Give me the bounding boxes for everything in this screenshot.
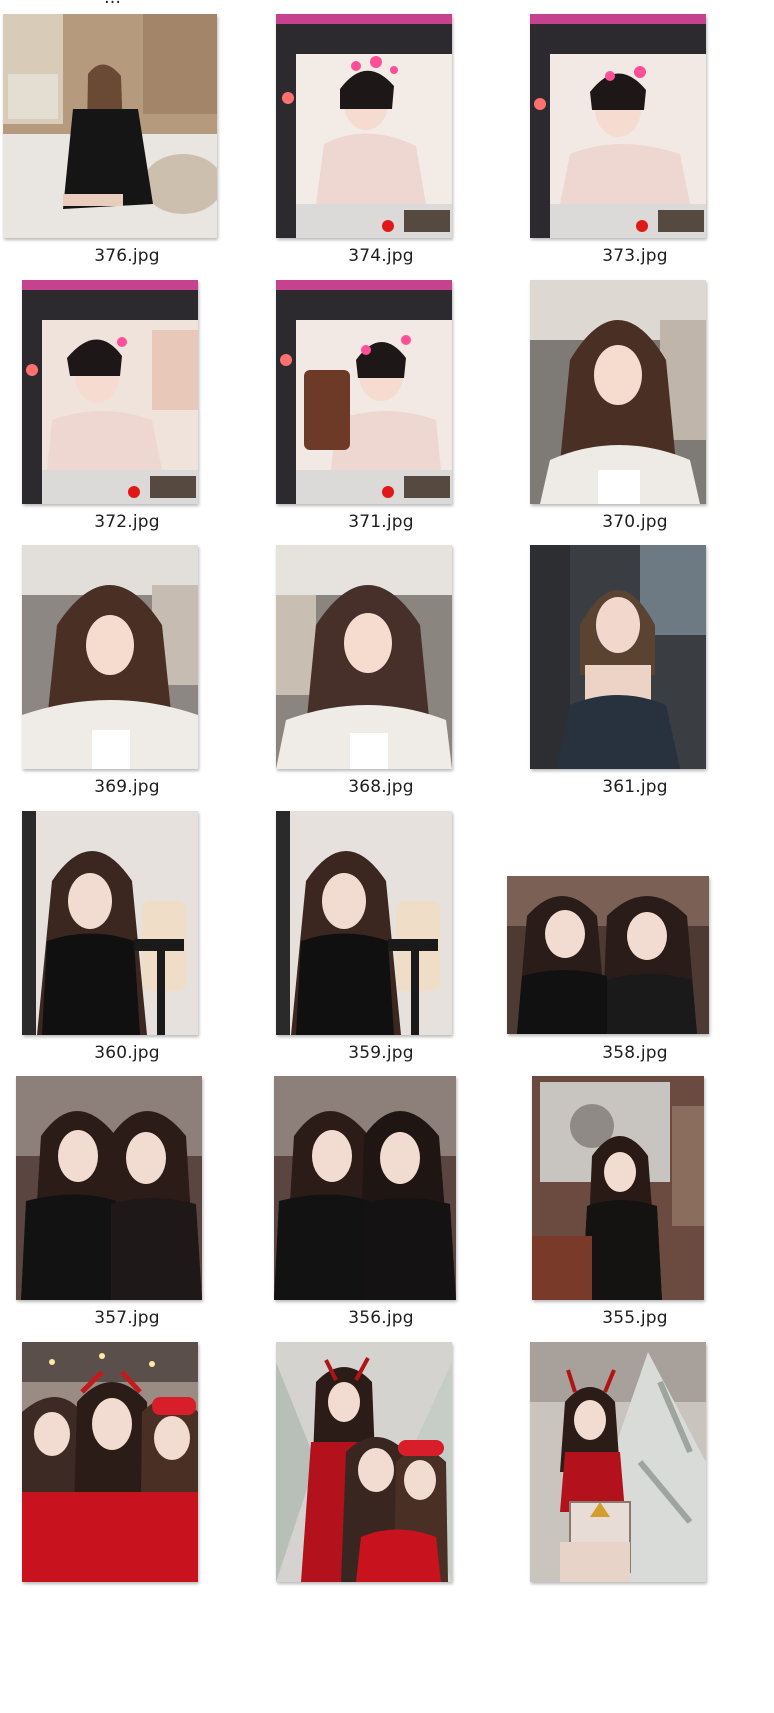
image-thumbnail-icon[interactable] (276, 545, 452, 769)
file-tile[interactable]: 356.jpg (254, 1062, 508, 1352)
file-tile[interactable] (508, 1328, 762, 1713)
file-name-label: 361.jpg (602, 777, 668, 797)
file-tile[interactable]: 357.jpg (0, 1062, 254, 1352)
image-thumbnail-icon[interactable] (532, 1076, 704, 1300)
image-thumbnail-icon[interactable] (22, 811, 198, 1035)
image-thumbnail-icon[interactable] (276, 14, 452, 238)
file-name-label: 372.jpg (94, 512, 160, 532)
file-tile[interactable]: 361.jpg (508, 531, 762, 821)
image-thumbnail-icon[interactable] (276, 280, 452, 504)
file-tile[interactable]: 370.jpg (508, 266, 762, 556)
file-tile[interactable]: 376.jpg (0, 0, 254, 290)
image-thumbnail-icon[interactable] (22, 1342, 198, 1582)
file-tile[interactable]: 368.jpg (254, 531, 508, 821)
file-tile[interactable]: 371.jpg (254, 266, 508, 556)
file-name-label: 369.jpg (94, 777, 160, 797)
file-name-label: 360.jpg (94, 1043, 160, 1063)
file-name-label: 373.jpg (602, 246, 668, 266)
file-tile[interactable]: 372.jpg (0, 266, 254, 556)
image-thumbnail-icon[interactable] (530, 1342, 706, 1582)
image-thumbnail-icon[interactable] (530, 545, 706, 769)
thumbnail-grid: … 376.jpg (0, 0, 774, 1713)
image-thumbnail-icon[interactable] (530, 280, 706, 504)
file-tile[interactable]: 358.jpg (507, 797, 762, 1087)
file-tile[interactable]: 373.jpg (508, 0, 762, 290)
file-tile[interactable]: 369.jpg (0, 531, 254, 821)
file-name-label: 374.jpg (348, 246, 414, 266)
file-name-label: 376.jpg (94, 246, 160, 266)
image-thumbnail-icon[interactable] (276, 811, 452, 1035)
file-tile[interactable]: 359.jpg (254, 797, 508, 1087)
file-tile[interactable] (0, 1328, 254, 1713)
image-thumbnail-icon[interactable] (530, 14, 706, 238)
image-thumbnail-icon[interactable] (276, 1342, 452, 1582)
image-thumbnail-icon[interactable] (16, 1076, 202, 1300)
file-name-label: 356.jpg (348, 1308, 414, 1328)
image-thumbnail-icon[interactable] (507, 876, 709, 1034)
file-name-label: 358.jpg (602, 1043, 668, 1063)
image-thumbnail-icon[interactable] (3, 14, 217, 238)
file-tile[interactable]: 360.jpg (0, 797, 254, 1087)
image-thumbnail-icon[interactable] (274, 1076, 456, 1300)
file-tile[interactable] (254, 1328, 508, 1713)
image-thumbnail-icon[interactable] (22, 280, 198, 504)
image-thumbnail-icon[interactable] (22, 545, 198, 769)
file-tile[interactable]: 355.jpg (508, 1062, 762, 1352)
file-name-label: 355.jpg (602, 1308, 668, 1328)
file-name-label: 370.jpg (602, 512, 668, 532)
file-name-label: 357.jpg (94, 1308, 160, 1328)
file-name-label: 371.jpg (348, 512, 414, 532)
file-tile[interactable]: 374.jpg (254, 0, 508, 290)
file-name-label: 359.jpg (348, 1043, 414, 1063)
file-name-label: 368.jpg (348, 777, 414, 797)
